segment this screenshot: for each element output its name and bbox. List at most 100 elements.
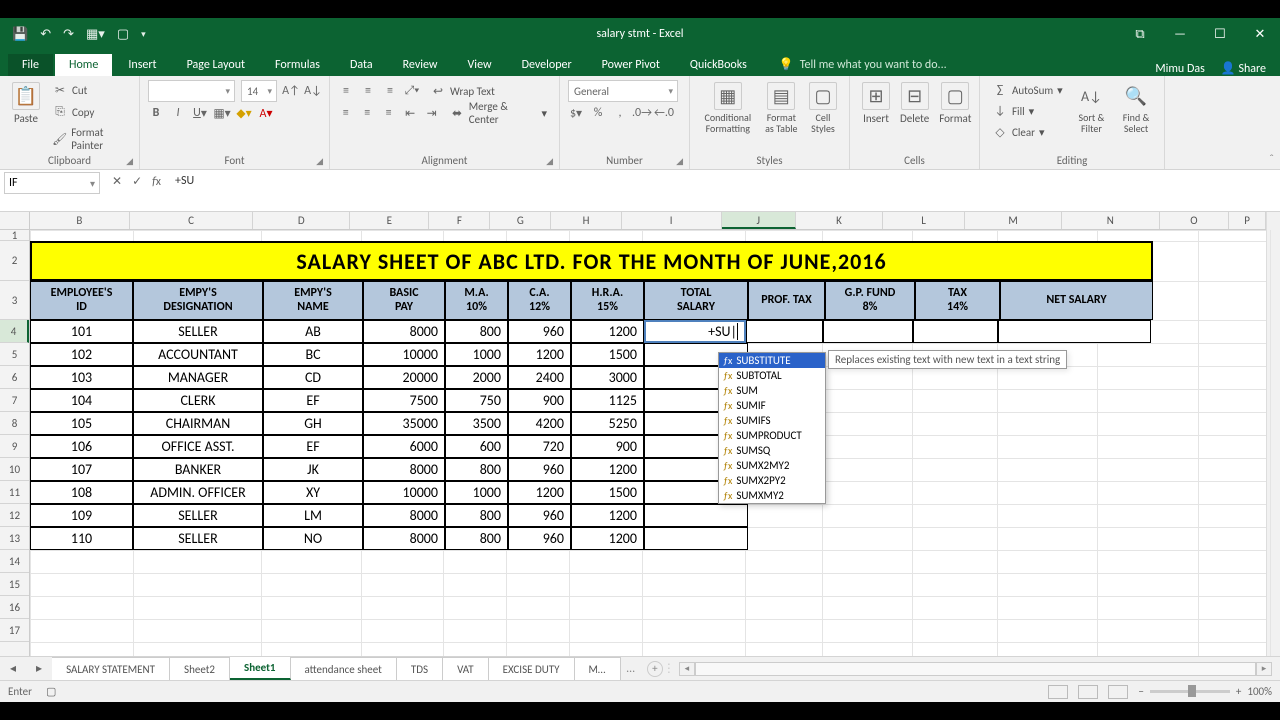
cell[interactable]: BANKER (133, 458, 263, 481)
col-header-L[interactable]: L (883, 212, 965, 229)
autosum-button[interactable]: ∑AutoSum▾ (988, 80, 1067, 100)
cell[interactable]: CLERK (133, 389, 263, 412)
collapse-ribbon-icon[interactable]: ˆ (1269, 153, 1274, 167)
cell[interactable]: MANAGER (133, 366, 263, 389)
cell[interactable]: 1000 (445, 481, 508, 504)
cell[interactable]: 102 (30, 343, 133, 366)
number-format-dropdown[interactable]: General (568, 80, 678, 102)
col-header-M[interactable]: M (965, 212, 1062, 229)
cell[interactable]: SELLER (133, 504, 263, 527)
clear-button[interactable]: ◇Clear▾ (988, 122, 1067, 142)
row-headers[interactable]: 1234567891011121314151617 (0, 230, 30, 656)
column-headers[interactable]: BCDEFGHIJKLMNOP (30, 212, 1266, 230)
cell[interactable]: 108 (30, 481, 133, 504)
table-header-cell[interactable]: PROF. TAX (748, 281, 825, 320)
formula-autocomplete[interactable]: ƒxSUBSTITUTEƒxSUBTOTALƒxSUMƒxSUMIFƒxSUMI… (718, 352, 826, 504)
tab-data[interactable]: Data (336, 54, 387, 76)
cell[interactable]: 105 (30, 412, 133, 435)
cell[interactable]: 2400 (508, 366, 571, 389)
merge-center-button[interactable]: ⬌Merge & Center▾ (445, 98, 551, 128)
font-size-dropdown[interactable]: 14 (241, 80, 277, 102)
tab-quickbooks[interactable]: QuickBooks (676, 54, 761, 76)
cell[interactable]: 1200 (508, 481, 571, 504)
cell[interactable]: ACCOUNTANT (133, 343, 263, 366)
row-header-10[interactable]: 10 (0, 458, 29, 481)
table-header-cell[interactable]: EMPY'S NAME (263, 281, 363, 320)
format-cells-button[interactable]: ▢Format (935, 80, 975, 127)
close-button[interactable]: ✕ (1240, 18, 1280, 50)
row-header-4[interactable]: 4 (0, 320, 29, 343)
alignment-dialog-icon[interactable]: ◢ (546, 156, 553, 167)
cell[interactable]: 8000 (363, 458, 445, 481)
col-header-N[interactable]: N (1062, 212, 1160, 229)
col-header-I[interactable]: I (622, 212, 722, 229)
tab-file[interactable]: File (8, 54, 53, 76)
align-middle-icon[interactable]: ≡ (360, 83, 376, 99)
cell[interactable]: 106 (30, 435, 133, 458)
table-header-cell[interactable]: TAX 14% (915, 281, 1000, 320)
sheet-tab[interactable]: M… (575, 657, 621, 680)
fill-button[interactable]: ↓Fill▾ (988, 101, 1067, 121)
col-header-H[interactable]: H (551, 212, 622, 229)
orientation-icon[interactable]: ⤢▾ (404, 83, 420, 99)
cell[interactable]: 750 (445, 389, 508, 412)
cell[interactable]: 8000 (363, 320, 445, 343)
qat-more-icon[interactable]: ▾ (141, 29, 146, 40)
autocomplete-item[interactable]: ƒxSUMX2PY2 (719, 473, 825, 488)
autocomplete-item[interactable]: ƒxSUMXMY2 (719, 488, 825, 503)
cell[interactable]: EF (263, 435, 363, 458)
cell[interactable]: 800 (445, 458, 508, 481)
cell[interactable]: 960 (508, 504, 571, 527)
spreadsheet-grid[interactable]: BCDEFGHIJKLMNOP 123456789101112131415161… (0, 212, 1280, 656)
cell[interactable]: AB (263, 320, 363, 343)
cell[interactable]: 1200 (571, 527, 644, 550)
delete-cells-button[interactable]: ⊟Delete (896, 80, 933, 127)
cell[interactable]: SELLER (133, 320, 263, 343)
font-color-icon[interactable]: A▾ (258, 105, 274, 121)
cell[interactable]: 10000 (363, 343, 445, 366)
tab-review[interactable]: Review (389, 54, 452, 76)
cell[interactable] (823, 320, 913, 343)
format-painter-button[interactable]: 🖌Format Painter (48, 124, 131, 154)
row-header-13[interactable]: 13 (0, 527, 29, 550)
cell[interactable]: 1200 (571, 320, 644, 343)
cell[interactable]: 6000 (363, 435, 445, 458)
tab-view[interactable]: View (454, 54, 506, 76)
cell[interactable]: 110 (30, 527, 133, 550)
col-header-B[interactable]: B (30, 212, 130, 229)
table-header-cell[interactable]: H.R.A. 15% (571, 281, 644, 320)
tab-home[interactable]: Home (55, 54, 112, 76)
indent-inc-icon[interactable]: ⇥ (424, 105, 439, 121)
cell[interactable]: 600 (445, 435, 508, 458)
cell[interactable]: 1500 (571, 481, 644, 504)
undo-icon[interactable]: ↶ (40, 27, 51, 42)
cell[interactable]: 800 (445, 320, 508, 343)
cell[interactable] (644, 504, 748, 527)
clipboard-dialog-icon[interactable]: ◢ (126, 156, 133, 167)
table-header-cell[interactable]: M.A. 10% (445, 281, 508, 320)
cell[interactable]: 800 (445, 527, 508, 550)
tab-page-layout[interactable]: Page Layout (173, 54, 259, 76)
percent-icon[interactable]: % (590, 105, 606, 121)
user-name[interactable]: Mimu Das (1155, 62, 1204, 76)
cell[interactable]: OFFICE ASST. (133, 435, 263, 458)
cell[interactable]: 3000 (571, 366, 644, 389)
cell[interactable]: 960 (508, 458, 571, 481)
cut-button[interactable]: ✂Cut (48, 80, 131, 100)
cell[interactable]: 960 (508, 320, 571, 343)
redo-icon[interactable]: ↷ (63, 27, 74, 42)
vertical-scrollbar[interactable] (1266, 212, 1280, 656)
cell[interactable]: 109 (30, 504, 133, 527)
qat-icon-2[interactable]: ▢ (117, 27, 129, 42)
sort-filter-button[interactable]: A↓Sort & Filter (1073, 80, 1110, 142)
cell[interactable] (644, 527, 748, 550)
bold-icon[interactable]: B (148, 105, 164, 121)
sheet-nav-prev[interactable]: ◂ (0, 661, 26, 676)
accept-formula-icon[interactable]: ✓ (132, 174, 142, 189)
hscroll-track[interactable] (695, 662, 1256, 676)
sheet-tabs-more[interactable]: … (621, 662, 641, 676)
cell[interactable]: 3500 (445, 412, 508, 435)
cell[interactable]: ADMIN. OFFICER (133, 481, 263, 504)
cell[interactable]: CD (263, 366, 363, 389)
align-left-icon[interactable]: ≡ (338, 105, 353, 121)
